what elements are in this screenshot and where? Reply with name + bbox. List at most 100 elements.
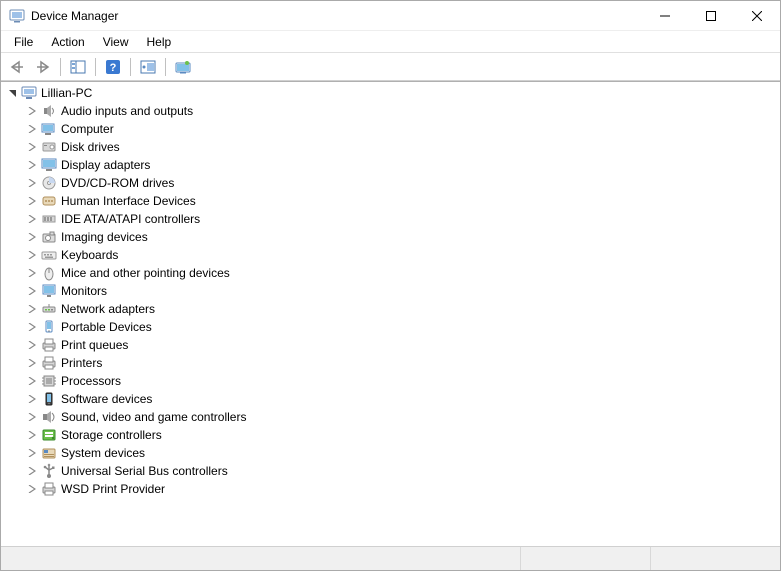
category-label: Processors: [61, 374, 121, 388]
software-icon: [41, 391, 57, 407]
keyboard-icon: [41, 247, 57, 263]
properties-button[interactable]: [171, 56, 195, 78]
category-label: Computer: [61, 122, 114, 136]
tree-category[interactable]: Human Interface Devices: [1, 192, 780, 210]
tree-category[interactable]: Disk drives: [1, 138, 780, 156]
speaker-icon: [41, 103, 57, 119]
chevron-right-icon[interactable]: [25, 428, 39, 442]
tree-category[interactable]: Universal Serial Bus controllers: [1, 462, 780, 480]
tree-category[interactable]: Mice and other pointing devices: [1, 264, 780, 282]
computer-icon: [21, 85, 37, 101]
tree-category[interactable]: Processors: [1, 372, 780, 390]
chevron-right-icon[interactable]: [25, 266, 39, 280]
chevron-right-icon[interactable]: [25, 320, 39, 334]
device-tree[interactable]: Lillian-PC Audio inputs and outputs Compu…: [1, 81, 780, 546]
chevron-right-icon[interactable]: [25, 374, 39, 388]
tree-category[interactable]: DVD/CD-ROM drives: [1, 174, 780, 192]
category-label: Software devices: [61, 392, 152, 406]
chevron-right-icon[interactable]: [25, 482, 39, 496]
tree-category[interactable]: Print queues: [1, 336, 780, 354]
mouse-icon: [41, 265, 57, 281]
back-button[interactable]: [5, 56, 29, 78]
chevron-right-icon[interactable]: [25, 230, 39, 244]
tree-category[interactable]: WSD Print Provider: [1, 480, 780, 498]
scan-hardware-button[interactable]: [136, 56, 160, 78]
chevron-right-icon[interactable]: [25, 302, 39, 316]
cd-icon: [41, 175, 57, 191]
category-label: DVD/CD-ROM drives: [61, 176, 174, 190]
close-button[interactable]: [734, 1, 780, 30]
toolbar: ?: [1, 53, 780, 81]
chevron-right-icon[interactable]: [25, 356, 39, 370]
chevron-right-icon[interactable]: [25, 104, 39, 118]
hid-icon: [41, 193, 57, 209]
tree-category[interactable]: Sound, video and game controllers: [1, 408, 780, 426]
network-icon: [41, 301, 57, 317]
disk-icon: [41, 139, 57, 155]
tree-category[interactable]: IDE ATA/ATAPI controllers: [1, 210, 780, 228]
tree-category[interactable]: Keyboards: [1, 246, 780, 264]
chevron-right-icon[interactable]: [25, 464, 39, 478]
forward-button[interactable]: [31, 56, 55, 78]
chevron-right-icon[interactable]: [25, 338, 39, 352]
menu-help[interactable]: Help: [138, 33, 181, 51]
camera-icon: [41, 229, 57, 245]
tree-category[interactable]: Monitors: [1, 282, 780, 300]
tree-category[interactable]: Printers: [1, 354, 780, 372]
tree-category[interactable]: Display adapters: [1, 156, 780, 174]
window-buttons: [642, 1, 780, 30]
statusbar: [1, 546, 780, 570]
window-title: Device Manager: [31, 9, 642, 23]
chevron-down-icon[interactable]: [5, 86, 19, 100]
category-label: Storage controllers: [61, 428, 162, 442]
tree-category[interactable]: Network adapters: [1, 300, 780, 318]
category-label: Print queues: [61, 338, 128, 352]
category-label: Monitors: [61, 284, 107, 298]
chevron-right-icon[interactable]: [25, 140, 39, 154]
category-label: Network adapters: [61, 302, 155, 316]
chevron-right-icon[interactable]: [25, 122, 39, 136]
status-cell: [520, 547, 650, 570]
menu-file[interactable]: File: [5, 33, 42, 51]
chevron-right-icon[interactable]: [25, 392, 39, 406]
cpu-icon: [41, 373, 57, 389]
category-label: Portable Devices: [61, 320, 152, 334]
toolbar-separator: [130, 58, 131, 76]
system-icon: [41, 445, 57, 461]
minimize-button[interactable]: [642, 1, 688, 30]
tree-category[interactable]: Imaging devices: [1, 228, 780, 246]
tree-category[interactable]: Audio inputs and outputs: [1, 102, 780, 120]
menubar: File Action View Help: [1, 31, 780, 53]
chevron-right-icon[interactable]: [25, 248, 39, 262]
chevron-right-icon[interactable]: [25, 176, 39, 190]
category-label: Universal Serial Bus controllers: [61, 464, 228, 478]
category-label: WSD Print Provider: [61, 482, 165, 496]
chevron-right-icon[interactable]: [25, 284, 39, 298]
toolbar-separator: [165, 58, 166, 76]
maximize-button[interactable]: [688, 1, 734, 30]
category-label: Human Interface Devices: [61, 194, 196, 208]
chevron-right-icon[interactable]: [25, 158, 39, 172]
status-cell: [650, 547, 780, 570]
menu-action[interactable]: Action: [42, 33, 93, 51]
usb-icon: [41, 463, 57, 479]
tree-category[interactable]: Storage controllers: [1, 426, 780, 444]
category-label: Printers: [61, 356, 102, 370]
tree-category[interactable]: Software devices: [1, 390, 780, 408]
ide-icon: [41, 211, 57, 227]
tree-category[interactable]: System devices: [1, 444, 780, 462]
chevron-right-icon[interactable]: [25, 410, 39, 424]
help-button[interactable]: ?: [101, 56, 125, 78]
computer-icon: [41, 121, 57, 137]
printer-icon: [41, 355, 57, 371]
chevron-right-icon[interactable]: [25, 446, 39, 460]
tree-category[interactable]: Portable Devices: [1, 318, 780, 336]
chevron-right-icon[interactable]: [25, 212, 39, 226]
tree-category[interactable]: Computer: [1, 120, 780, 138]
menu-view[interactable]: View: [94, 33, 138, 51]
display-icon: [41, 157, 57, 173]
show-hide-tree-button[interactable]: [66, 56, 90, 78]
printer-icon: [41, 481, 57, 497]
chevron-right-icon[interactable]: [25, 194, 39, 208]
tree-root[interactable]: Lillian-PC: [1, 84, 780, 102]
